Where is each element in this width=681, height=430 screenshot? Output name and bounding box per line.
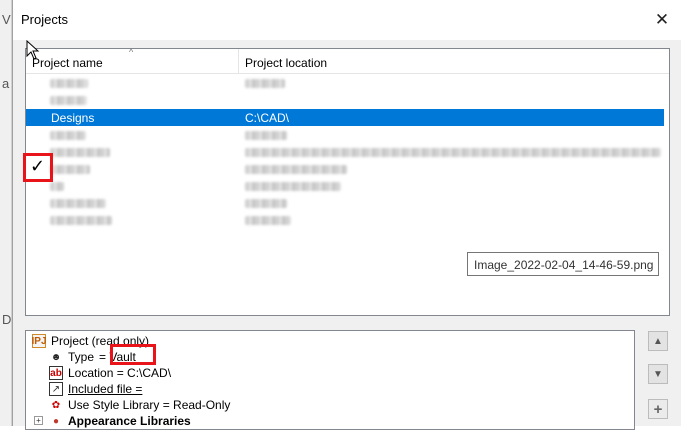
triangle-down-icon: ▼ [653, 368, 663, 380]
list-item-selected[interactable]: Designs C:\CAD\ [26, 109, 669, 126]
triangle-up-icon: ▲ [653, 335, 663, 347]
splitter[interactable] [13, 318, 681, 326]
list-item[interactable] [26, 92, 669, 109]
dialog-title: Projects [21, 12, 68, 27]
column-header-project-location[interactable]: Project location [245, 56, 327, 70]
projects-dialog: Projects ✕ ^ Project name Project locati… [12, 0, 681, 430]
redacted-name [50, 79, 88, 88]
list-item[interactable] [26, 127, 669, 144]
file-icon: ↗ [49, 382, 63, 396]
selected-project-name: Designs [51, 111, 95, 125]
move-down-button[interactable]: ▼ [648, 364, 668, 384]
project-list[interactable]: ^ Project name Project location Designs … [23, 47, 670, 316]
vault-highlight-box [110, 344, 156, 365]
dialog-titlebar[interactable]: Projects ✕ [13, 0, 681, 40]
close-icon: ✕ [654, 10, 670, 29]
redacted-name [50, 182, 64, 191]
background-letter: D [2, 312, 12, 327]
list-item[interactable] [26, 161, 669, 178]
selected-project-location: C:\CAD\ [245, 111, 290, 125]
background-letter: a [2, 76, 10, 91]
list-item[interactable] [26, 144, 669, 161]
project-properties-tree[interactable]: IPJ Project (read only) ☻ Type = Vault a… [25, 330, 635, 430]
checkmark-icon: ✓ [30, 156, 46, 176]
type-icon: ☻ [50, 351, 62, 363]
redacted-location [245, 165, 347, 174]
redacted-location [245, 131, 287, 140]
background-app-strip: V a D [0, 0, 12, 426]
list-header: ^ Project name Project location [26, 47, 669, 74]
redacted-location [245, 148, 661, 157]
redacted-name [50, 165, 90, 174]
project-icon: IPJ [31, 334, 47, 348]
tree-item-label: Type [68, 350, 95, 364]
redacted-location [245, 182, 341, 191]
background-letter: V [2, 12, 11, 27]
ab-icon: ab [49, 366, 63, 380]
list-item[interactable] [26, 212, 669, 229]
list-item[interactable] [26, 75, 669, 92]
column-separator[interactable] [238, 49, 239, 74]
redacted-name [50, 216, 112, 225]
redacted-name [50, 199, 106, 208]
vertical-scrollbar[interactable] [664, 74, 669, 274]
column-header-project-name[interactable]: Project name [32, 56, 103, 70]
redacted-location [245, 216, 291, 225]
redacted-name [50, 148, 110, 157]
expand-icon[interactable]: + [34, 416, 43, 425]
redacted-name [50, 131, 86, 140]
list-item[interactable] [26, 178, 669, 195]
add-button[interactable]: + [648, 399, 668, 419]
mouse-cursor-icon [26, 40, 40, 60]
redacted-location [245, 79, 285, 88]
filename-tooltip: Image_2022-02-04_14-46-59.png [467, 252, 659, 276]
move-up-button[interactable]: ▲ [648, 331, 668, 351]
tree-item-label: Use Style Library = Read-Only [68, 398, 231, 412]
redacted-location [245, 199, 287, 208]
plus-icon: + [653, 400, 663, 418]
redacted-name [50, 96, 87, 105]
checkmark-highlight-box: ✓ [23, 153, 53, 182]
sort-arrow-icon: ^ [129, 47, 134, 57]
close-button[interactable]: ✕ [650, 8, 674, 32]
list-item[interactable] [26, 195, 669, 212]
style-icon: ✿ [51, 399, 61, 411]
tree-item-label: Location = C:\CAD\ [68, 366, 172, 380]
tree-item-label[interactable]: Included file = [68, 382, 142, 396]
